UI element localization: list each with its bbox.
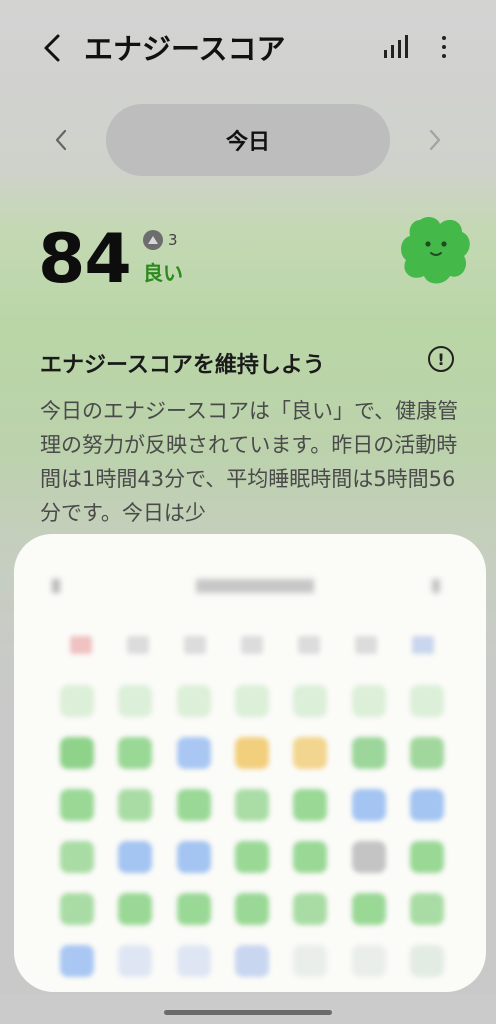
calendar-day-cell[interactable] [106,682,164,720]
weekday-label [166,632,223,658]
calendar-day-cell[interactable] [398,890,456,928]
calendar-day-cell[interactable] [398,682,456,720]
chevron-right-icon [429,129,441,151]
calendar-day-cell[interactable] [223,838,281,876]
calendar-day-cell[interactable] [48,682,106,720]
calendar-day-cell[interactable] [106,838,164,876]
more-dot-icon [442,45,446,49]
calendar-day-cell[interactable] [223,786,281,824]
calendar-day-cell[interactable] [48,786,106,824]
chevron-left-icon[interactable] [48,576,68,596]
more-options-button[interactable] [432,30,456,64]
calendar-sheet [14,534,486,992]
calendar-day-cell[interactable] [223,682,281,720]
calendar-day-cell[interactable] [165,786,223,824]
insight-text: 今日のエナジースコアは「良い」で、健康管理の努力が反映されています。昨日の活動時… [40,399,459,525]
triangle-up-icon [143,230,163,250]
calendar-day-cell[interactable] [106,786,164,824]
chart-button[interactable] [378,32,412,62]
calendar-day-grid [48,682,456,980]
chevron-left-icon [44,34,60,62]
calendar-day-cell[interactable] [398,734,456,772]
calendar-day-cell[interactable] [281,890,339,928]
calendar-day-cell[interactable] [281,942,339,980]
calendar-day-cell[interactable] [281,786,339,824]
calendar-day-cell[interactable] [223,890,281,928]
weekday-label [338,632,395,658]
next-day-button[interactable] [420,122,450,158]
insight-title: エナジースコアを維持しよう [40,353,325,378]
calendar-day-cell[interactable] [281,838,339,876]
calendar-day-cell[interactable] [281,682,339,720]
calendar-day-cell[interactable] [48,838,106,876]
more-dot-icon [442,36,446,40]
weekday-label [281,632,338,658]
chevron-left-icon [55,129,67,151]
calendar-day-cell[interactable] [48,942,106,980]
calendar-day-cell[interactable] [165,942,223,980]
calendar-day-cell[interactable] [106,734,164,772]
score-status: 良い [143,261,183,285]
calendar-month-title [196,579,314,593]
calendar-day-cell[interactable] [398,838,456,876]
info-button[interactable]: ! [428,346,454,372]
calendar-day-cell[interactable] [223,942,281,980]
bottom-area [0,994,496,1024]
calendar-day-cell[interactable] [339,786,397,824]
calendar-day-cell[interactable] [106,942,164,980]
app-header: エナジースコア [0,0,496,100]
weekday-label [109,632,166,658]
energy-score-value: 84 [38,220,132,299]
chevron-right-icon[interactable] [426,576,446,596]
weekday-header-row [52,632,452,658]
date-navigator: 今日 [0,104,496,176]
calendar-day-cell[interactable] [339,942,397,980]
bar-chart-icon [384,35,408,58]
mascot-character-icon [398,214,472,286]
date-selector[interactable]: 今日 [106,104,390,176]
score-change: 3 [143,230,178,250]
calendar-day-cell[interactable] [165,890,223,928]
calendar-day-cell[interactable] [223,734,281,772]
calendar-day-cell[interactable] [398,786,456,824]
calendar-day-cell[interactable] [339,682,397,720]
calendar-day-cell[interactable] [165,838,223,876]
score-change-value: 3 [168,231,178,249]
calendar-header [14,572,486,598]
weekday-label [223,632,280,658]
calendar-day-cell[interactable] [281,734,339,772]
more-dot-icon [442,54,446,58]
calendar-day-cell[interactable] [339,838,397,876]
calendar-day-cell[interactable] [165,734,223,772]
back-button[interactable] [34,28,70,68]
weekday-label [395,632,452,658]
calendar-day-cell[interactable] [48,890,106,928]
calendar-day-cell[interactable] [339,734,397,772]
calendar-day-cell[interactable] [165,682,223,720]
weekday-label [52,632,109,658]
calendar-day-cell[interactable] [48,734,106,772]
previous-day-button[interactable] [46,122,76,158]
page-title: エナジースコア [84,32,286,66]
calendar-day-cell[interactable] [398,942,456,980]
home-indicator[interactable] [164,1010,332,1015]
calendar-day-cell[interactable] [339,890,397,928]
calendar-day-cell[interactable] [106,890,164,928]
